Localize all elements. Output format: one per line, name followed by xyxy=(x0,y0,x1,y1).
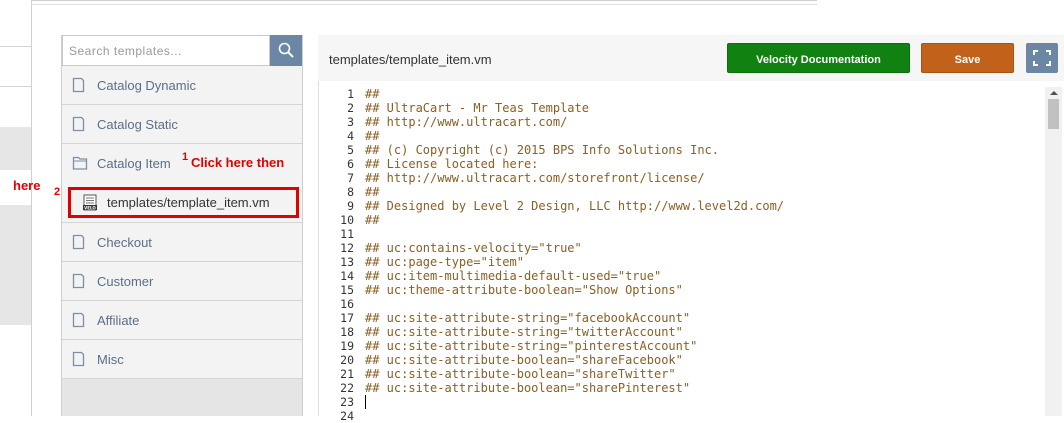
template-folder-customer[interactable]: Customer xyxy=(62,262,302,301)
template-folder-catalog-static[interactable]: Catalog Static xyxy=(62,105,302,144)
divider xyxy=(31,0,817,1)
line-number: 20 xyxy=(340,353,354,367)
line-number: 19 xyxy=(340,339,354,353)
line-number: 9 xyxy=(347,199,354,213)
folder-icon xyxy=(72,351,85,367)
line-number: 10 xyxy=(340,213,354,227)
editor-header: templates/template_item.vm Velocity Docu… xyxy=(318,35,1064,82)
line-number: 1 xyxy=(347,87,354,101)
code-line: ## Designed by Level 2 Design, LLC http:… xyxy=(365,199,785,213)
code-line: ## http://www.ultracart.com/ xyxy=(365,115,568,129)
code-line: ## xyxy=(365,129,380,143)
line-number: 13 xyxy=(340,255,354,269)
folder-icon xyxy=(72,77,85,93)
divider xyxy=(0,86,31,87)
search-button[interactable] xyxy=(270,35,302,66)
annotation-step-number: 1 xyxy=(182,151,189,163)
template-folder-misc[interactable]: Misc xyxy=(62,340,302,379)
outer-left-band xyxy=(0,205,31,325)
scroll-up-arrow-icon[interactable] xyxy=(1050,91,1058,95)
line-number: 6 xyxy=(347,157,354,171)
code-line: ## uc:site-attribute-string="facebookAcc… xyxy=(365,311,691,325)
line-number: 12 xyxy=(340,241,354,255)
line-number: 14 xyxy=(340,269,354,283)
code-line: ## uc:site-attribute-boolean="shareFaceb… xyxy=(365,353,683,367)
folder-label: Misc xyxy=(97,352,124,367)
code-line: ## xyxy=(365,213,380,227)
line-number: 16 xyxy=(340,297,354,311)
template-folder-checkout[interactable]: Checkout xyxy=(62,223,302,262)
folder-icon xyxy=(72,234,85,250)
line-number: 23 xyxy=(340,395,354,409)
folder-label: Catalog Item xyxy=(97,156,171,171)
annotation-step-text: here xyxy=(13,178,41,193)
divider xyxy=(0,46,31,47)
template-folder-affiliate[interactable]: Affiliate xyxy=(62,301,302,340)
scrollbar-thumb[interactable] xyxy=(1048,99,1059,129)
code-line: ## (c) Copyright (c) 2015 BPS Info Solut… xyxy=(365,143,720,157)
line-number: 3 xyxy=(347,115,354,129)
expand-icon xyxy=(1033,50,1051,66)
folder-icon xyxy=(72,273,85,289)
search-box xyxy=(62,35,270,66)
code-line: ## UltraCart - Mr Teas Template xyxy=(365,101,589,115)
code-line: ## xyxy=(365,87,380,101)
template-sidebar: Catalog Dynamic Catalog Static Catalog I… xyxy=(61,35,303,416)
code-line: ## uc:contains-velocity="true" xyxy=(365,241,582,255)
code-line: ## uc:theme-attribute-boolean="Show Opti… xyxy=(365,283,683,297)
fullscreen-button[interactable] xyxy=(1026,43,1058,73)
line-number: 21 xyxy=(340,367,354,381)
folder-open-icon xyxy=(72,156,88,170)
divider xyxy=(318,81,319,416)
line-number: 18 xyxy=(340,325,354,339)
line-number: 22 xyxy=(340,381,354,395)
line-number: 4 xyxy=(347,129,354,143)
folder-label: Catalog Static xyxy=(97,117,178,132)
text-cursor xyxy=(365,395,366,409)
folder-label: Affiliate xyxy=(97,313,140,328)
line-number: 15 xyxy=(340,283,354,297)
editor-scrollbar[interactable] xyxy=(1045,87,1062,416)
code-line: ## xyxy=(365,185,380,199)
line-number: 17 xyxy=(340,311,354,325)
code-line: ## License located here: xyxy=(365,157,539,171)
divider xyxy=(31,4,817,5)
velocity-documentation-button[interactable]: Velocity Documentation xyxy=(727,43,910,73)
line-number: 11 xyxy=(340,227,354,241)
annotation-step-text: Click here then xyxy=(191,155,285,170)
code-line: ## uc:site-attribute-boolean="sharePinte… xyxy=(365,381,691,395)
code-line: ## uc:site-attribute-string="pinterestAc… xyxy=(365,339,698,353)
line-number: 24 xyxy=(340,409,354,423)
line-number: 8 xyxy=(347,185,354,199)
code-line: ## uc:site-attribute-boolean="shareTwitt… xyxy=(365,367,676,381)
line-number: 2 xyxy=(347,101,354,115)
folder-label: Catalog Dynamic xyxy=(97,78,196,93)
outer-left-band xyxy=(0,127,31,170)
file-title: templates/template_item.vm xyxy=(329,52,492,67)
folder-icon xyxy=(72,116,85,132)
code-line: ## http://www.ultracart.com/storefront/l… xyxy=(365,171,705,185)
template-list: Catalog Dynamic Catalog Static Catalog I… xyxy=(62,66,302,379)
outer-left-panel xyxy=(0,0,32,416)
template-folder-catalog-dynamic[interactable]: Catalog Dynamic xyxy=(62,66,302,105)
save-button[interactable]: Save xyxy=(921,43,1014,73)
code-line: ## uc:page-type="item" xyxy=(365,255,524,269)
line-number-gutter: 1 2 3 4 5 6 7 8 9 10 11 12 13 14 15 16 17 18 19 20 21 22 23 24 xyxy=(320,87,354,423)
folder-label: Checkout xyxy=(97,235,152,250)
annotation-highlight-box xyxy=(68,187,299,218)
code-line: ## uc:site-attribute-string="twitterAcco… xyxy=(365,325,683,339)
search-input[interactable] xyxy=(63,36,269,65)
folder-label: Customer xyxy=(97,274,154,289)
search-icon xyxy=(278,42,294,58)
annotation-step-number: 2 xyxy=(54,186,61,198)
line-number: 7 xyxy=(347,171,354,185)
code-content[interactable]: ## ## UltraCart - Mr Teas Template ## http… xyxy=(365,87,1035,423)
code-line: ## uc:item-multimedia-default-used="true… xyxy=(365,269,662,283)
folder-icon xyxy=(72,312,85,328)
line-number: 5 xyxy=(347,143,354,157)
